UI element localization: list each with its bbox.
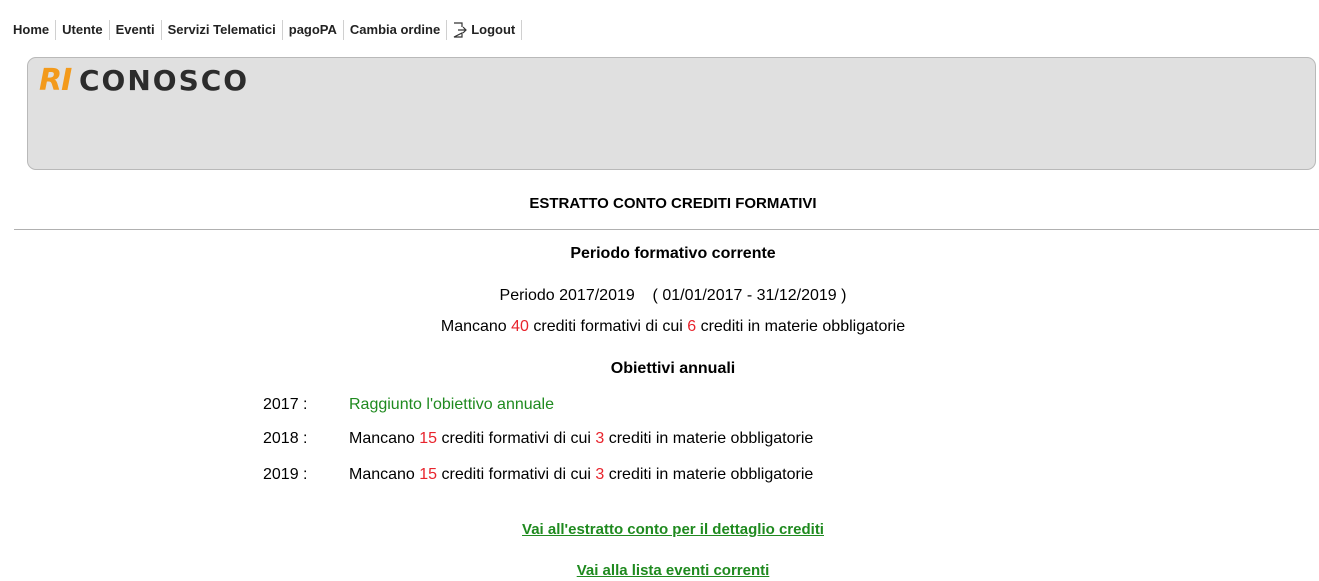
current-period-heading: Periodo formativo corrente bbox=[570, 245, 776, 262]
goal-status: Mancano 15 crediti formativi di cui 3 cr… bbox=[349, 430, 814, 447]
nav-home[interactable]: Home bbox=[11, 20, 57, 40]
goal-year: 2017 : bbox=[263, 396, 308, 413]
goal-status: Raggiunto l'obiettivo annuale bbox=[349, 396, 554, 413]
missing-middle: crediti formativi di cui bbox=[533, 318, 683, 335]
period-label: Periodo 2017/2019 bbox=[499, 287, 635, 304]
current-events-link[interactable]: Vai alla lista eventi correnti bbox=[577, 562, 770, 579]
nav-servizi-telematici[interactable]: Servizi Telematici bbox=[162, 20, 283, 40]
svg-text:RI: RI bbox=[39, 63, 72, 96]
logout-label: Logout bbox=[471, 22, 516, 37]
top-nav: Home Utente Eventi Servizi Telematici pa… bbox=[11, 19, 523, 41]
goal-year: 2018 : bbox=[263, 430, 308, 447]
missing-credits-value: 40 bbox=[511, 318, 529, 335]
riconosco-logo: RI CONOSCO bbox=[39, 63, 249, 96]
svg-text:CONOSCO: CONOSCO bbox=[79, 64, 249, 96]
period-range: ( 01/01/2017 - 31/12/2019 ) bbox=[652, 287, 847, 304]
missing-suffix: crediti in materie obbligatorie bbox=[700, 318, 906, 335]
logout-icon bbox=[453, 22, 468, 38]
page-title: ESTRATTO CONTO CREDITI FORMATIVI bbox=[529, 195, 817, 212]
nav-pagopa[interactable]: pagoPA bbox=[283, 20, 344, 40]
missing-credits-summary: Mancano 40 crediti formativi di cui 6 cr… bbox=[0, 318, 1319, 336]
divider bbox=[14, 229, 1319, 230]
annual-goals-heading: Obiettivi annuali bbox=[610, 360, 736, 377]
nav-utente[interactable]: Utente bbox=[56, 20, 110, 40]
missing-mandatory-value: 6 bbox=[687, 318, 697, 335]
nav-logout[interactable]: Logout bbox=[447, 20, 523, 40]
period-info: Periodo 2017/2019 ( 01/01/2017 - 31/12/2… bbox=[0, 287, 1319, 305]
header-panel: RI CONOSCO bbox=[27, 57, 1316, 170]
nav-cambia-ordine[interactable]: Cambia ordine bbox=[344, 20, 448, 40]
missing-prefix: Mancano bbox=[440, 318, 507, 335]
nav-eventi[interactable]: Eventi bbox=[110, 20, 162, 40]
goal-year: 2019 : bbox=[263, 466, 308, 483]
statement-detail-link[interactable]: Vai all'estratto conto per il dettaglio … bbox=[522, 521, 824, 538]
goal-status: Mancano 15 crediti formativi di cui 3 cr… bbox=[349, 466, 814, 483]
